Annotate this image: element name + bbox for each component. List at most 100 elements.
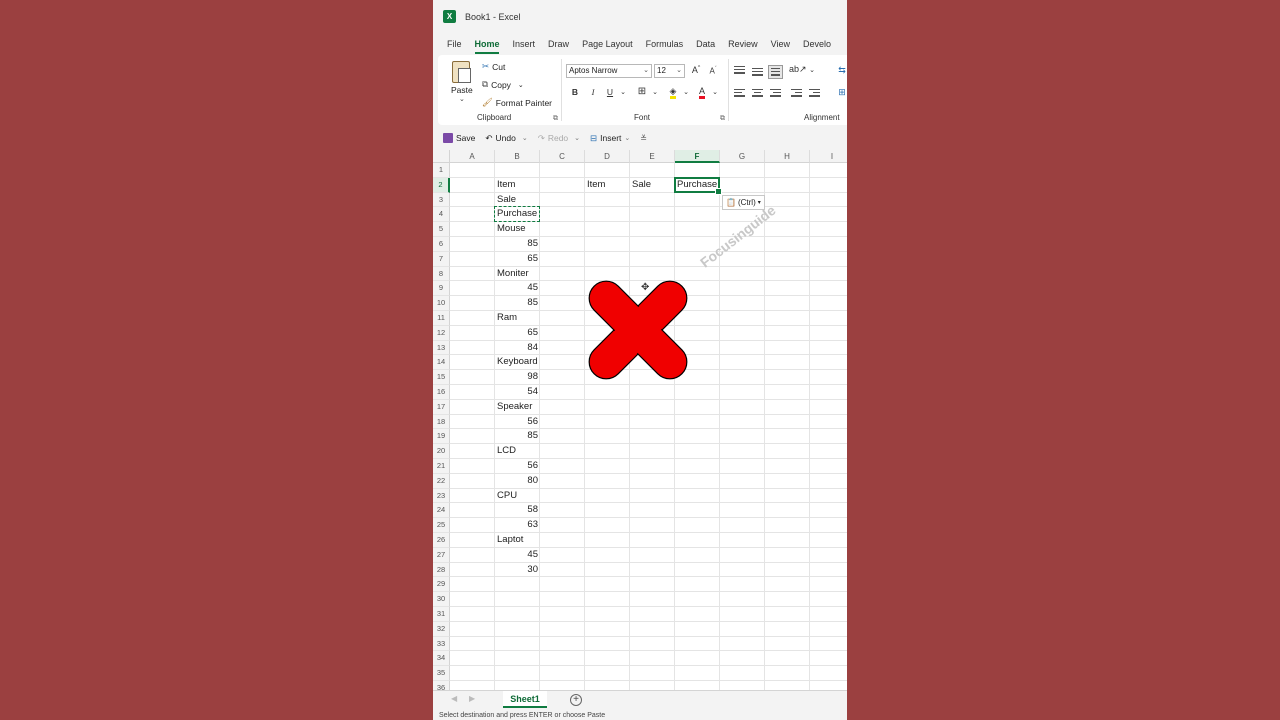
underline-dropdown-icon[interactable]: ⌄ [616, 88, 630, 96]
add-sheet-icon[interactable]: + [570, 694, 582, 706]
fill-color-icon[interactable]: ◈ [666, 86, 680, 99]
redo-button[interactable]: ↷ Redo ⌄ [538, 133, 580, 144]
cell-b20[interactable]: LCD [495, 444, 518, 459]
cell-b26[interactable]: Laptot [495, 533, 525, 548]
column-header-d[interactable]: D [585, 150, 630, 163]
column-header-e[interactable]: E [630, 150, 675, 163]
font-name-field[interactable]: Aptos Narrow ⌄ [566, 64, 652, 78]
borders-dropdown-icon[interactable]: ⌄ [648, 88, 662, 96]
row-header-15[interactable]: 15 [433, 370, 450, 385]
row-header-17[interactable]: 17 [433, 399, 450, 415]
copy-button[interactable]: ⧉ Copy ⌄ [482, 79, 524, 90]
align-right-icon[interactable] [770, 89, 781, 98]
row-header-5[interactable]: 5 [433, 222, 450, 237]
paste-options-button[interactable]: 📋 (Ctrl) ▾ [722, 195, 765, 210]
font-size-field[interactable]: 12 ⌄ [654, 64, 685, 78]
cell-b10[interactable]: 85 [495, 296, 540, 311]
cell-b7[interactable]: 65 [495, 252, 540, 267]
cell-b3[interactable]: Sale [495, 193, 518, 208]
row-header-18[interactable]: 18 [433, 414, 450, 430]
cell-b25[interactable]: 63 [495, 518, 540, 533]
cell-b28[interactable]: 30 [495, 563, 540, 578]
row-header-10[interactable]: 10 [433, 296, 450, 311]
cell-b14[interactable]: Keyboard [495, 355, 540, 370]
customize-toolbar-icon[interactable]: ≚ [640, 134, 647, 143]
tab-view[interactable]: View [764, 36, 796, 53]
middle-align-icon[interactable] [752, 68, 763, 77]
prev-sheet-icon[interactable]: ◀ [451, 694, 457, 703]
cell-b27[interactable]: 45 [495, 548, 540, 563]
top-align-icon[interactable] [734, 66, 745, 75]
font-color-icon[interactable]: A [695, 86, 709, 99]
row-header-4[interactable]: 4 [433, 207, 450, 223]
tab-developer[interactable]: Develo [797, 36, 838, 53]
tab-file[interactable]: File [433, 36, 468, 53]
row-header-6[interactable]: 6 [433, 237, 450, 252]
worksheet-grid[interactable]: A B C D E F G H I 1 2 3 4 5 6 7 8 9 10 11 12 13 14 15 16 17 18 19 20… [433, 150, 847, 690]
row-header-30[interactable]: 30 [433, 592, 450, 607]
bottom-align-icon[interactable] [768, 65, 783, 79]
row-header-29[interactable]: 29 [433, 577, 450, 593]
row-header-12[interactable]: 12 [433, 325, 450, 341]
cell-b24[interactable]: 58 [495, 503, 540, 518]
row-header-28[interactable]: 28 [433, 562, 450, 578]
wrap-text-icon[interactable]: ⇆ [835, 65, 847, 76]
decrease-indent-icon[interactable] [791, 89, 802, 98]
paste-button[interactable]: Paste [451, 85, 473, 95]
row-header-31[interactable]: 31 [433, 607, 450, 622]
row-header-26[interactable]: 26 [433, 533, 450, 548]
tab-review[interactable]: Review [722, 36, 765, 53]
tab-data[interactable]: Data [690, 36, 722, 53]
cell-b21[interactable]: 56 [495, 459, 540, 474]
tab-insert[interactable]: Insert [506, 36, 542, 53]
orientation-dropdown-icon[interactable]: ⌄ [805, 66, 819, 74]
undo-dropdown-icon[interactable]: ⌄ [522, 134, 528, 142]
column-header-i[interactable]: I [810, 150, 847, 163]
row-header-25[interactable]: 25 [433, 518, 450, 533]
undo-button[interactable]: ↶ Undo ⌄ [485, 133, 527, 144]
cell-b22[interactable]: 80 [495, 474, 540, 489]
row-header-36[interactable]: 36 [433, 681, 450, 690]
row-header-34[interactable]: 34 [433, 651, 450, 667]
clipboard-launcher-icon[interactable]: ⧉ [553, 115, 558, 123]
font-launcher-icon[interactable]: ⧉ [720, 115, 725, 123]
next-sheet-icon[interactable]: ▶ [469, 694, 475, 703]
active-cell[interactable] [674, 176, 722, 195]
fill-color-dropdown-icon[interactable]: ⌄ [679, 88, 693, 96]
cell-b19[interactable]: 85 [495, 429, 540, 444]
tab-home[interactable]: Home [468, 36, 506, 54]
column-header-a[interactable]: A [450, 150, 495, 163]
decrease-font-size-icon[interactable]: Aˇ [706, 66, 720, 76]
row-header-3[interactable]: 3 [433, 192, 450, 208]
cell-b6[interactable]: 85 [495, 237, 540, 252]
row-header-23[interactable]: 23 [433, 488, 450, 504]
cell-b5[interactable]: Mouse [495, 222, 528, 237]
cell-b11[interactable]: Ram [495, 311, 519, 326]
row-header-33[interactable]: 33 [433, 636, 450, 652]
tab-draw[interactable]: Draw [542, 36, 576, 53]
format-painter-button[interactable]: 🖌 Format Painter [482, 97, 552, 108]
cell-b12[interactable]: 65 [495, 326, 540, 341]
row-header-13[interactable]: 13 [433, 340, 450, 356]
cell-b15[interactable]: 98 [495, 370, 540, 385]
row-header-8[interactable]: 8 [433, 266, 450, 282]
cell-b23[interactable]: CPU [495, 489, 519, 504]
row-header-7[interactable]: 7 [433, 251, 450, 267]
row-header-27[interactable]: 27 [433, 547, 450, 563]
column-header-h[interactable]: H [765, 150, 810, 163]
cell-e2[interactable]: Sale [630, 178, 653, 193]
orientation-icon[interactable]: ab↗ [789, 64, 807, 75]
tab-page-layout[interactable]: Page Layout [576, 36, 640, 53]
column-header-f[interactable]: F [675, 150, 720, 163]
column-header-g[interactable]: G [720, 150, 765, 163]
font-color-dropdown-icon[interactable]: ⌄ [708, 88, 722, 96]
save-button[interactable]: Save [443, 133, 475, 143]
increase-indent-icon[interactable] [809, 89, 820, 98]
cell-b13[interactable]: 84 [495, 341, 540, 356]
align-center-icon[interactable] [752, 89, 763, 98]
cell-d2[interactable]: Item [585, 178, 607, 193]
cell-b9[interactable]: 45 [495, 281, 540, 296]
paste-dropdown-icon[interactable]: ⌄ [459, 95, 465, 103]
cell-b2[interactable]: Item [495, 178, 517, 193]
select-all-corner[interactable] [433, 150, 450, 163]
